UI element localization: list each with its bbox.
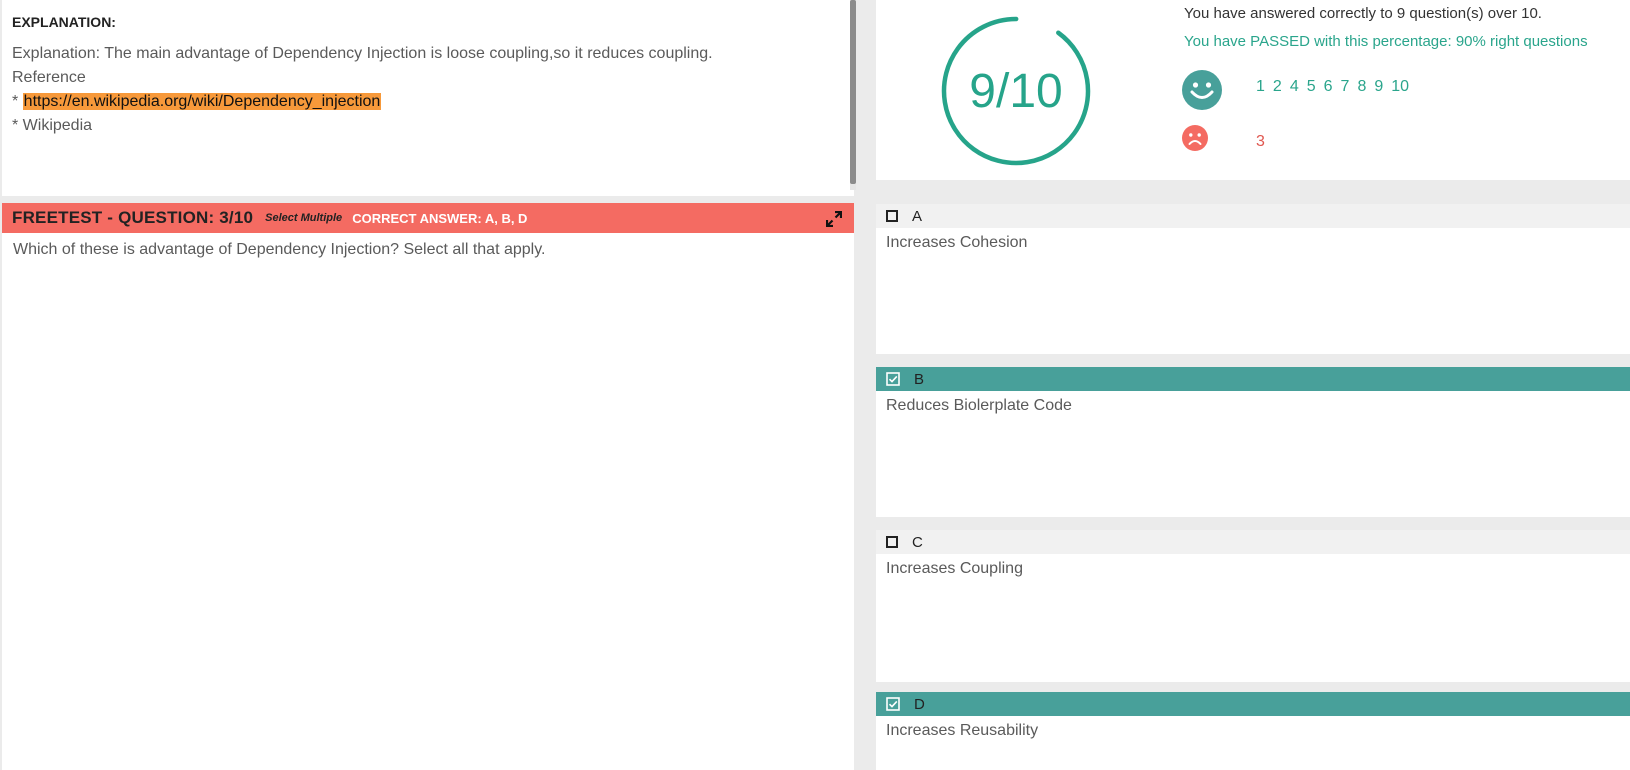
correct-question-link[interactable]: 7	[1341, 78, 1350, 96]
option-c-text: Increases Coupling	[886, 560, 1023, 577]
bullet-prefix: *	[12, 93, 23, 110]
option-a: A Increases Cohesion	[876, 204, 1630, 354]
correct-question-link[interactable]: 2	[1273, 78, 1282, 96]
question-text: Which of these is advantage of Dependenc…	[13, 241, 546, 258]
correct-question-link[interactable]: 5	[1307, 78, 1316, 96]
correct-question-link[interactable]: 9	[1374, 78, 1383, 96]
option-b-letter: B	[914, 370, 925, 388]
option-c: C Increases Coupling	[876, 530, 1630, 682]
option-c-header[interactable]: C	[876, 530, 1630, 554]
question-header: FREETEST - QUESTION: 3/10 Select Multipl…	[2, 203, 854, 233]
option-d-text: Increases Reusability	[886, 722, 1039, 739]
reference-source: * Wikipedia	[12, 117, 93, 134]
correct-question-link[interactable]: 6	[1324, 78, 1333, 96]
option-b-text: Reduces Biolerplate Code	[886, 397, 1072, 414]
option-a-text: Increases Cohesion	[886, 234, 1028, 251]
checkbox-checked-icon[interactable]	[886, 372, 900, 386]
option-a-letter: A	[912, 207, 923, 225]
smile-icon	[1182, 70, 1222, 110]
checkbox-checked-icon[interactable]	[886, 697, 900, 711]
explanation-scrollbar-thumb[interactable]	[850, 0, 856, 184]
wrong-question-list: 3	[1256, 133, 1265, 151]
score-panel: 9/10 You have answered correctly to 9 qu…	[876, 0, 1630, 180]
option-d-header[interactable]: D	[876, 692, 1630, 716]
option-d-letter: D	[914, 695, 925, 713]
option-b-header[interactable]: B	[876, 367, 1630, 391]
explanation-heading: EXPLANATION:	[12, 14, 116, 30]
checkbox-empty-icon[interactable]	[886, 536, 898, 548]
pass-status: You have PASSED with this percentage: 90…	[1184, 33, 1588, 50]
question-mode: Select Multiple	[265, 212, 343, 224]
reference-link[interactable]: https://en.wikipedia.org/wiki/Dependency…	[22, 93, 382, 110]
sad-icon	[1182, 125, 1208, 151]
correct-answer: CORRECT ANSWER: A, B, D	[352, 210, 528, 226]
reference-link-item: * https://en.wikipedia.org/wiki/Dependen…	[12, 90, 844, 114]
option-d: D Increases Reusability	[876, 692, 1630, 770]
option-a-header[interactable]: A	[876, 204, 1630, 228]
score-summary: You have answered correctly to 9 questio…	[1184, 5, 1542, 22]
score-display: 9/10	[969, 64, 1063, 118]
correct-question-link[interactable]: 4	[1290, 78, 1299, 96]
option-b: B Reduces Biolerplate Code	[876, 367, 1630, 517]
checkbox-empty-icon[interactable]	[886, 210, 898, 222]
correct-question-link[interactable]: 10	[1391, 78, 1409, 96]
question-title: FREETEST - QUESTION: 3/10	[12, 208, 254, 227]
wrong-question-link[interactable]: 3	[1256, 133, 1265, 150]
explanation-text: Explanation: The main advantage of Depen…	[12, 45, 713, 62]
correct-question-link[interactable]: 8	[1357, 78, 1366, 96]
question-panel: FREETEST - QUESTION: 3/10 Select Multipl…	[2, 203, 854, 770]
reference-label: Reference	[12, 69, 86, 86]
option-c-letter: C	[912, 533, 923, 551]
correct-question-link[interactable]: 1	[1256, 78, 1265, 96]
explanation-panel: EXPLANATION: Explanation: The main advan…	[2, 0, 854, 196]
expand-icon[interactable]	[826, 211, 842, 227]
correct-question-list: 1 2 4 5 6 7 8 9 10	[1256, 78, 1417, 96]
